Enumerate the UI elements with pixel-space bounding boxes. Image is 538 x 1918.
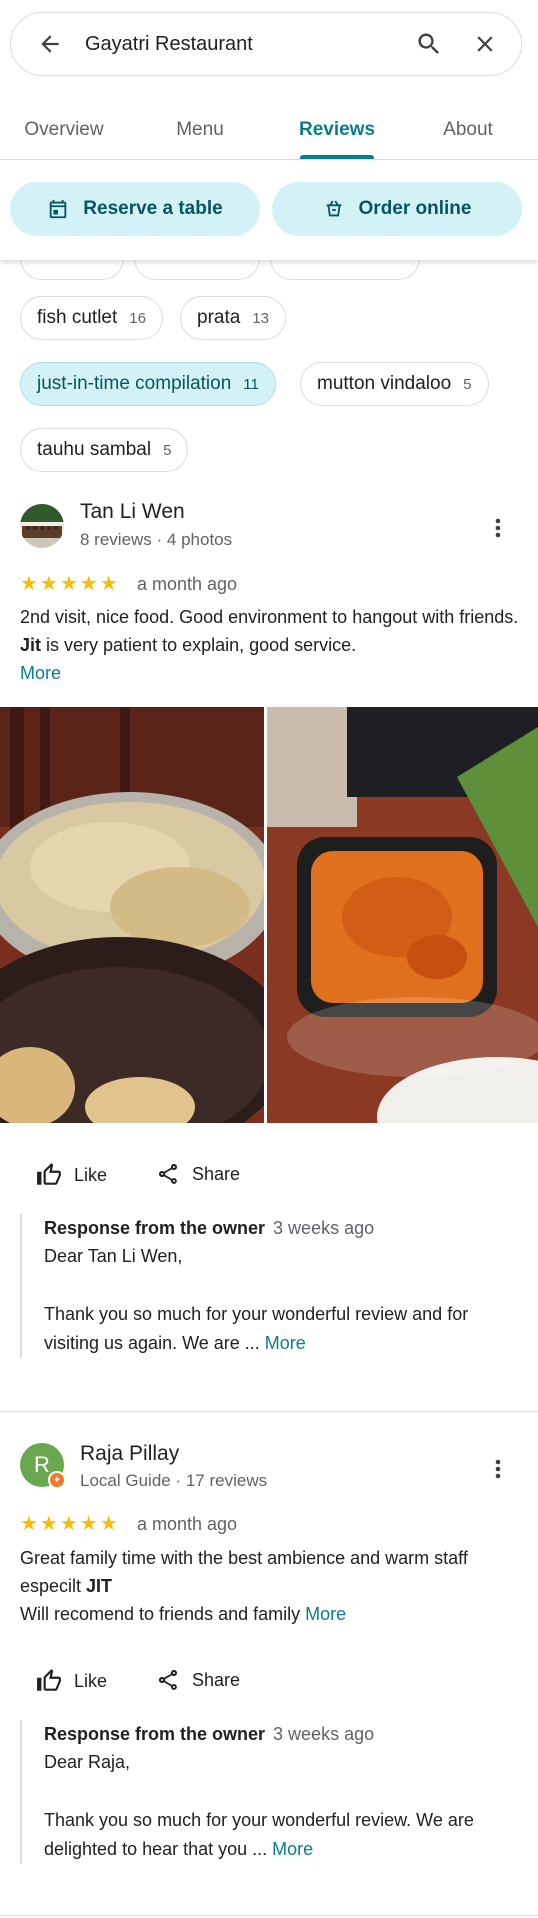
like-button[interactable]: Like bbox=[36, 1668, 107, 1694]
star-rating: ★★★★★ bbox=[20, 1513, 120, 1535]
chip-count: 13 bbox=[252, 309, 269, 327]
thumb-up-icon bbox=[37, 1163, 61, 1185]
chip-label: mutton vindaloo bbox=[317, 373, 452, 394]
reviewer-stats: 8 reviews · 4 photos bbox=[80, 530, 233, 549]
local-guide-badge-icon: ✦ bbox=[48, 1471, 66, 1489]
share-icon bbox=[159, 1670, 177, 1690]
owner-response-header: Response from the owner 3 weeks ago bbox=[44, 1214, 520, 1242]
shopping-bag-icon bbox=[326, 200, 341, 217]
owner-response-greeting: Dear Tan Li Wen, bbox=[44, 1246, 183, 1266]
share-label: Share bbox=[192, 1163, 241, 1184]
share-button[interactable]: Share bbox=[156, 1668, 240, 1692]
share-label: Share bbox=[192, 1669, 241, 1690]
more-vert-icon bbox=[495, 518, 501, 538]
tab-reviews[interactable]: Reviews bbox=[287, 100, 387, 160]
review-text-part: Will recomend to friends and family bbox=[20, 1604, 306, 1624]
reviewer-stats: Local Guide · 17 reviews bbox=[80, 1471, 268, 1490]
review-menu-button[interactable] bbox=[483, 1454, 513, 1484]
active-tab-indicator bbox=[300, 155, 374, 159]
owner-response-text: Thank you so much for your wonderful rev… bbox=[44, 1300, 520, 1358]
review-divider bbox=[0, 1915, 538, 1916]
owner-response: Response from the owner 3 weeks ago Dear … bbox=[20, 1214, 520, 1358]
chip-count: 5 bbox=[463, 375, 472, 393]
review-photo-curry[interactable] bbox=[267, 707, 538, 1123]
search-bar[interactable]: Gayatri Restaurant bbox=[10, 12, 522, 76]
review-text-part: is very patient to explain, good service… bbox=[41, 635, 357, 655]
reviewer-name[interactable]: Tan Li Wen bbox=[80, 500, 185, 524]
review-menu-button[interactable] bbox=[483, 513, 513, 543]
review-text-part: 2nd visit, nice food. Good environment t… bbox=[20, 607, 519, 627]
thumb-up-icon bbox=[37, 1669, 61, 1691]
owner-response: Response from the owner 3 weeks ago Dear … bbox=[20, 1720, 520, 1864]
like-label: Like bbox=[74, 1670, 108, 1691]
owner-response-body: Thank you so much for your wonderful rev… bbox=[44, 1304, 469, 1353]
avatar[interactable] bbox=[20, 504, 64, 548]
owner-more-link[interactable]: More bbox=[265, 1333, 306, 1353]
close-icon bbox=[477, 36, 493, 52]
review-text: Great family time with the best ambience… bbox=[20, 1544, 510, 1628]
review-more-link[interactable]: More bbox=[20, 663, 61, 683]
tab-bar: Overview Menu Reviews About bbox=[0, 100, 538, 160]
search-icon bbox=[418, 33, 439, 54]
share-button[interactable]: Share bbox=[156, 1162, 240, 1186]
avatar[interactable]: R ✦ bbox=[20, 1443, 66, 1489]
review-date: a month ago bbox=[137, 1514, 238, 1534]
owner-more-link[interactable]: More bbox=[272, 1839, 313, 1859]
chip-label: prata bbox=[197, 307, 241, 328]
owner-response-title: Response from the owner bbox=[44, 1218, 266, 1238]
owner-response-date: 3 weeks ago bbox=[273, 1218, 375, 1238]
reserve-table-label: Reserve a table bbox=[83, 198, 223, 219]
chip-label: just-in-time compilation bbox=[37, 373, 232, 394]
more-vert-icon bbox=[495, 1459, 501, 1479]
review-photo-prata[interactable] bbox=[0, 707, 264, 1123]
owner-response-title: Response from the owner bbox=[44, 1724, 266, 1744]
star-rating: ★★★★★ bbox=[20, 573, 120, 595]
owner-response-body: Thank you so much for your wonderful rev… bbox=[44, 1810, 474, 1859]
search-query[interactable]: Gayatri Restaurant bbox=[85, 33, 401, 56]
like-label: Like bbox=[74, 1164, 108, 1185]
chip-prata[interactable]: prata 13 bbox=[180, 296, 286, 340]
clear-search-button[interactable] bbox=[457, 12, 513, 76]
calendar-icon bbox=[50, 199, 67, 219]
tab-about[interactable]: About bbox=[418, 100, 518, 160]
share-icon bbox=[159, 1164, 177, 1184]
chip-count: 5 bbox=[163, 441, 172, 459]
owner-response-date: 3 weeks ago bbox=[273, 1724, 375, 1744]
chip-label: fish cutlet bbox=[37, 307, 118, 328]
arrow-left-icon bbox=[41, 35, 59, 53]
tab-menu[interactable]: Menu bbox=[150, 100, 250, 160]
reviewer-name[interactable]: Raja Pillay bbox=[80, 1442, 179, 1466]
review-divider bbox=[0, 1411, 538, 1412]
chip-just-in-time-compilation[interactable]: just-in-time compilation 11 bbox=[20, 362, 276, 406]
chip-count: 11 bbox=[243, 375, 259, 393]
reserve-table-button[interactable]: Reserve a table bbox=[10, 182, 260, 236]
action-bar: Reserve a table Order online bbox=[0, 160, 538, 260]
review-text-highlight: Jit bbox=[20, 635, 42, 655]
review-text-highlight: JIT bbox=[86, 1576, 113, 1596]
order-online-button[interactable]: Order online bbox=[272, 182, 522, 236]
chip-fish-cutlet[interactable]: fish cutlet 16 bbox=[20, 296, 163, 340]
chip-label: tauhu sambal bbox=[37, 439, 152, 460]
review-date: a month ago bbox=[137, 574, 238, 594]
review-text: 2nd visit, nice food. Good environment t… bbox=[20, 603, 520, 687]
chip-mutton-vindaloo[interactable]: mutton vindaloo 5 bbox=[300, 362, 489, 406]
owner-response-text: Thank you so much for your wonderful rev… bbox=[44, 1806, 520, 1864]
owner-response-header: Response from the owner 3 weeks ago bbox=[44, 1720, 520, 1748]
chip-count: 16 bbox=[129, 309, 146, 327]
search-button[interactable] bbox=[401, 12, 457, 76]
owner-response-greeting: Dear Raja, bbox=[44, 1752, 131, 1772]
back-button[interactable] bbox=[15, 12, 85, 76]
chip-tauhu-sambal[interactable]: tauhu sambal 5 bbox=[20, 428, 189, 472]
tab-overview[interactable]: Overview bbox=[14, 100, 114, 160]
like-button[interactable]: Like bbox=[36, 1162, 107, 1188]
review-more-link[interactable]: More bbox=[305, 1604, 346, 1624]
order-online-label: Order online bbox=[358, 198, 472, 219]
